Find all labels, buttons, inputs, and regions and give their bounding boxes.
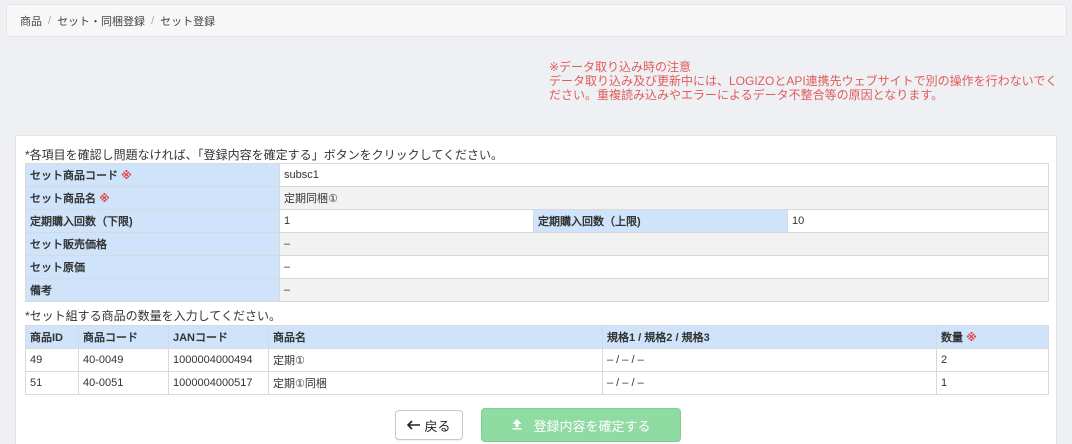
min-count-value: 1 bbox=[279, 209, 534, 233]
cell-product-code: 40-0049 bbox=[78, 348, 169, 372]
back-button[interactable]: 戻る bbox=[395, 410, 463, 440]
set-name-row: セット商品名 ※ 定期同梱① bbox=[25, 186, 1050, 210]
set-price-label: セット販売価格 bbox=[25, 232, 280, 256]
data-import-notice: ※データ取り込み時の注意 データ取り込み及び更新中には、LOGIZOとAPI連携… bbox=[549, 60, 1059, 102]
items-header-row: 商品ID 商品コード JANコード 商品名 規格1 / 規格2 / 規格3 数量… bbox=[25, 325, 1049, 349]
set-items-table: 商品ID 商品コード JANコード 商品名 規格1 / 規格2 / 規格3 数量… bbox=[25, 325, 1049, 395]
breadcrumb-separator: / bbox=[48, 14, 52, 27]
max-count-label: 定期購入回数（上限) bbox=[533, 209, 788, 233]
required-mark: ※ bbox=[121, 170, 132, 182]
confirm-button-label: 登録内容を確定する bbox=[533, 418, 651, 434]
set-info-table: セット商品コード ※ subsc1 セット商品名 ※ 定期同梱① 定期購入回数（… bbox=[25, 163, 1050, 302]
breadcrumb-item-set-bundle[interactable]: セット・同梱登録 bbox=[57, 13, 145, 29]
set-name-label: セット商品名 ※ bbox=[25, 186, 280, 210]
cell-jan-code: 1000004000517 bbox=[168, 371, 269, 395]
arrow-left-icon bbox=[407, 418, 421, 433]
breadcrumb-item-products[interactable]: 商品 bbox=[20, 13, 42, 29]
cell-specs: – / – / – bbox=[602, 348, 937, 372]
set-cost-value: – bbox=[278, 255, 1050, 279]
back-button-label: 戻る bbox=[424, 418, 451, 434]
min-count-label: 定期購入回数（下限) bbox=[25, 209, 280, 233]
purchase-count-row: 定期購入回数（下限) 1 定期購入回数（上限) 10 bbox=[25, 209, 1050, 233]
upload-icon bbox=[511, 418, 523, 433]
confirm-instruction: *各項目を確認し問題なければ、「登録内容を確定する」ボタンをクリックしてください… bbox=[25, 148, 503, 162]
breadcrumb-separator: / bbox=[151, 14, 155, 27]
required-mark: ※ bbox=[966, 332, 977, 344]
set-cost-label: セット原価 bbox=[25, 255, 280, 279]
breadcrumb-item-set-register: セット登録 bbox=[160, 15, 216, 28]
header-product-id: 商品ID bbox=[25, 325, 79, 349]
note-row: 備考 – bbox=[25, 278, 1050, 302]
breadcrumb: 商品 / セット・同梱登録 / セット登録 bbox=[6, 4, 1067, 37]
required-mark: ※ bbox=[99, 193, 110, 205]
cell-product-id: 49 bbox=[25, 348, 79, 372]
cell-product-code: 40-0051 bbox=[78, 371, 169, 395]
set-name-value: 定期同梱① bbox=[278, 186, 1050, 210]
set-code-label: セット商品コード ※ bbox=[25, 163, 280, 187]
header-jan-code: JANコード bbox=[168, 325, 269, 349]
header-product-name: 商品名 bbox=[268, 325, 603, 349]
header-quantity: 数量 ※ bbox=[936, 325, 1049, 349]
cell-jan-code: 1000004000494 bbox=[168, 348, 269, 372]
set-registration-panel: *各項目を確認し問題なければ、「登録内容を確定する」ボタンをクリックしてください… bbox=[15, 135, 1057, 444]
set-price-row: セット販売価格 – bbox=[25, 232, 1050, 256]
set-code-value: subsc1 bbox=[278, 163, 1050, 187]
header-specs: 規格1 / 規格2 / 規格3 bbox=[602, 325, 937, 349]
note-value: – bbox=[278, 278, 1050, 302]
header-product-code: 商品コード bbox=[78, 325, 169, 349]
cell-quantity: 1 bbox=[936, 371, 1049, 395]
notice-line-1: データ取り込み及び更新中には、LOGIZOとAPI連携先ウェブサイトで別の操作を… bbox=[549, 74, 1058, 88]
max-count-value: 10 bbox=[786, 209, 1050, 233]
note-label: 備考 bbox=[25, 278, 280, 302]
set-cost-row: セット原価 – bbox=[25, 255, 1050, 279]
cell-product-name: 定期① bbox=[268, 348, 603, 372]
cell-product-name: 定期①同梱 bbox=[268, 371, 603, 395]
cell-specs: – / – / – bbox=[602, 371, 937, 395]
items-instruction: *セット組する商品の数量を入力してください。 bbox=[25, 309, 281, 323]
set-code-row: セット商品コード ※ subsc1 bbox=[25, 163, 1050, 187]
cell-quantity: 2 bbox=[936, 348, 1049, 372]
notice-line-2: ださい。重複読み込みやエラーによるデータ不整合等の原因となります。 bbox=[549, 88, 944, 102]
cell-product-id: 51 bbox=[25, 371, 79, 395]
set-price-value: – bbox=[278, 232, 1050, 256]
table-row: 49 40-0049 1000004000494 定期① – / – / – 2 bbox=[25, 348, 1049, 372]
table-row: 51 40-0051 1000004000517 定期①同梱 – / – / –… bbox=[25, 371, 1049, 395]
notice-title: ※データ取り込み時の注意 bbox=[549, 60, 692, 74]
confirm-registration-button[interactable]: 登録内容を確定する bbox=[481, 408, 681, 442]
